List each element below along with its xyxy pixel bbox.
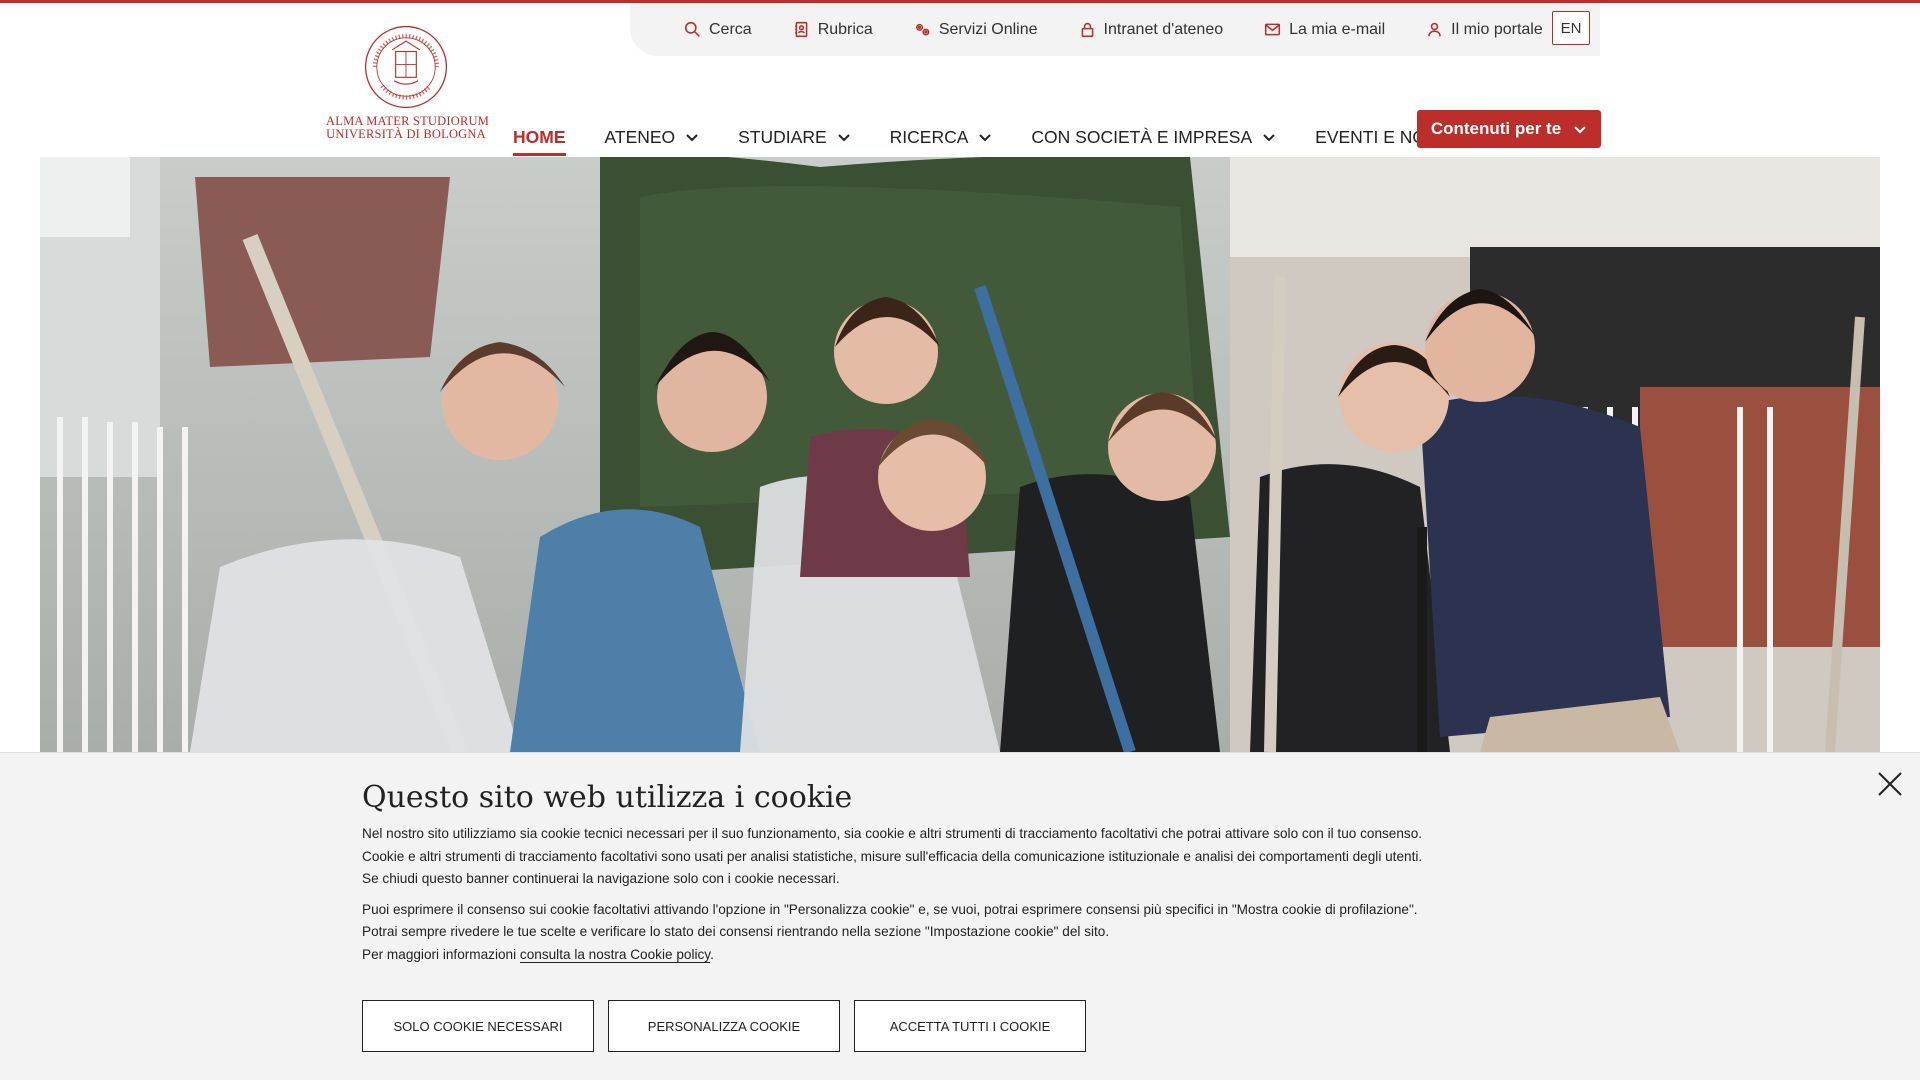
intranet-link[interactable]: Intranet d'ateneo [1079, 20, 1224, 39]
address-book-icon [794, 21, 808, 38]
search-link[interactable]: Cerca [684, 21, 752, 39]
online-services-label: Servizi Online [938, 20, 1038, 38]
nav-home-label: HOME [513, 126, 566, 147]
accept-all-cookies-button[interactable]: ACCETTA TUTTI I COOKIE [854, 1000, 1086, 1052]
nav-studiare-label: STUDIARE [738, 126, 827, 147]
nav-home[interactable]: HOME [513, 110, 566, 156]
email-link[interactable]: La mia e-mail [1264, 21, 1385, 39]
nav-ricerca[interactable]: RICERCA [890, 110, 993, 156]
chevron-down-icon [686, 134, 698, 142]
language-switch[interactable]: EN [1552, 11, 1590, 45]
cookie-paragraph-6: Per maggiori informazioni consulta la no… [362, 944, 1422, 967]
cta-label: Contenuti per te [1430, 119, 1562, 138]
directory-label: Rubrica [817, 20, 873, 38]
cookie-paragraph-3: Se chiudi questo banner continuerai la n… [362, 871, 840, 886]
user-icon [1428, 22, 1441, 37]
chevron-down-icon [1263, 134, 1275, 142]
search-label: Cerca [709, 20, 752, 38]
cookie-policy-suffix: . [710, 946, 714, 962]
main-navigation: HOME ATENEO STUDIARE RICERCA CON SOCIETÀ… [513, 110, 1508, 158]
nav-studiare[interactable]: STUDIARE [738, 110, 850, 156]
envelope-icon [1265, 23, 1281, 36]
cookie-paragraph-4: Puoi esprimere il consenso sui cookie fa… [362, 901, 1418, 917]
portal-label: Il mio portale [1451, 20, 1543, 38]
cookie-paragraph-5: Potrai sempre rivedere le tue scelte e v… [362, 924, 1110, 939]
logo-line-2: UNIVERSITÀ DI BOLOGNA [326, 127, 486, 141]
hero-image [40, 157, 1880, 752]
university-seal-icon [364, 25, 448, 109]
cookie-banner: Questo sito web utilizza i cookie Nel no… [0, 752, 1920, 1080]
nav-societa-impresa[interactable]: CON SOCIETÀ E IMPRESA [1031, 110, 1276, 156]
only-necessary-cookies-button[interactable]: SOLO COOKIE NECESSARI [362, 1000, 594, 1052]
utility-bar: Cerca Rubrica Servizi Online Intranet d'… [630, 3, 1600, 56]
chevron-down-icon [979, 134, 992, 142]
chevron-down-icon [837, 134, 850, 142]
customize-cookies-button[interactable]: PERSONALIZZA COOKIE [608, 1000, 840, 1052]
lock-icon [1081, 22, 1093, 38]
close-icon [1878, 772, 1902, 796]
directory-link[interactable]: Rubrica [793, 21, 873, 39]
close-banner-button[interactable] [1876, 770, 1904, 798]
cookie-policy-link[interactable]: consulta la nostra Cookie policy [519, 946, 711, 963]
nav-ricerca-label: RICERCA [889, 126, 969, 147]
gears-icon [915, 23, 930, 36]
cookie-banner-title: Questo sito web utilizza i cookie [362, 780, 853, 815]
intranet-label: Intranet d'ateneo [1103, 20, 1224, 38]
hero-photo-illustration [40, 157, 1880, 752]
contenuti-per-te-button[interactable]: Contenuti per te [1417, 110, 1601, 148]
cookie-paragraph-2: Cookie e altri strumenti di tracciamento… [362, 848, 1423, 864]
email-label: La mia e-mail [1289, 20, 1386, 38]
search-icon [684, 21, 700, 37]
portal-link[interactable]: Il mio portale [1426, 21, 1543, 39]
cookie-paragraph-1: Nel nostro sito utilizziamo sia cookie t… [362, 826, 1423, 841]
nav-societa-label: CON SOCIETÀ E IMPRESA [1031, 126, 1253, 147]
chevron-down-icon [1574, 126, 1586, 134]
cookie-policy-prefix: Per maggiori informazioni [362, 946, 520, 962]
online-services-link[interactable]: Servizi Online [914, 21, 1038, 39]
cookie-banner-text: Nel nostro sito utilizziamo sia cookie t… [362, 823, 1422, 966]
nav-ateneo[interactable]: ATENEO [605, 110, 700, 156]
nav-ateneo-label: ATENEO [604, 126, 676, 147]
university-logo[interactable]: ALMA MATER STUDIORUM UNIVERSITÀ DI BOLOG… [326, 24, 489, 146]
